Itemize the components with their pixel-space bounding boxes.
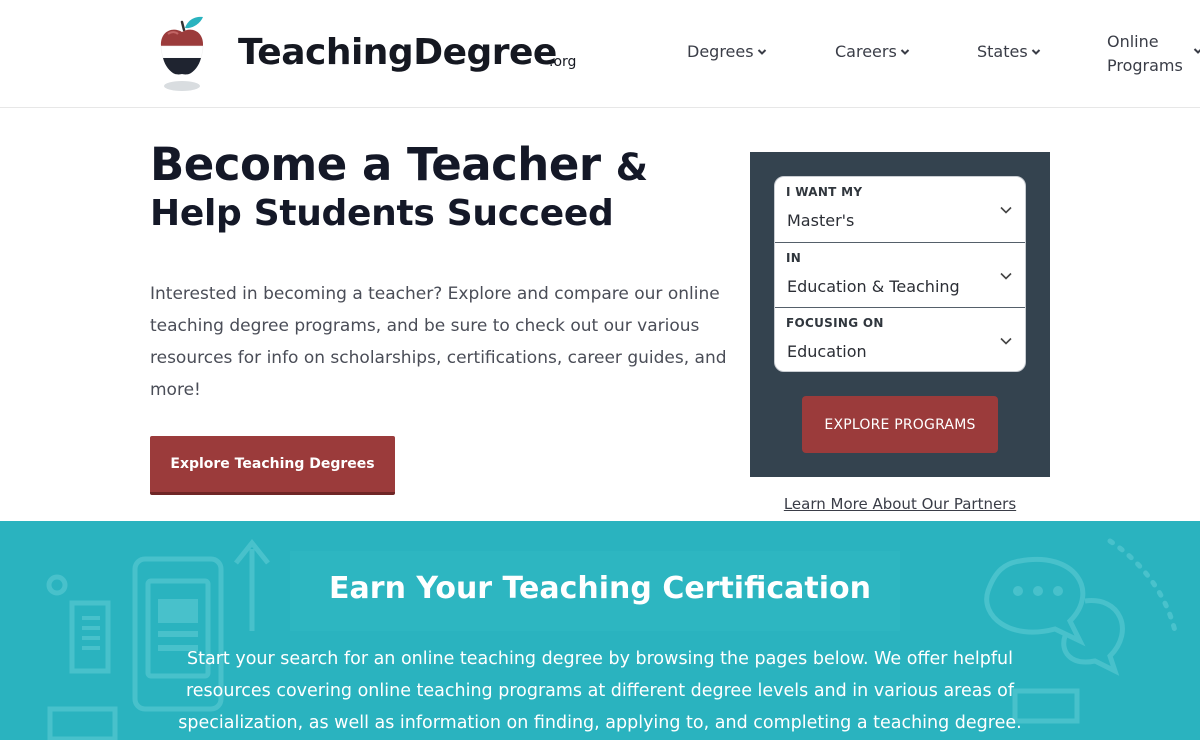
certification-section: Earn Your Teaching Certification Start y… — [0, 521, 1200, 740]
subject-value: Education & Teaching — [787, 277, 960, 296]
chevron-down-icon — [757, 48, 766, 55]
subject-label: IN — [786, 251, 802, 265]
degree-level-select[interactable]: I WANT MY Master's — [775, 177, 1025, 242]
hero-description: Interested in becoming a teacher? Explor… — [150, 284, 727, 400]
degree-level-value: Master's — [787, 211, 855, 230]
apple-icon[interactable] — [158, 14, 208, 92]
chevron-down-icon — [1000, 272, 1012, 280]
chevron-down-icon — [1193, 48, 1200, 54]
site-header: TeachingDegree .org Degrees Careers Stat… — [0, 0, 1200, 108]
logo-tld[interactable]: .org — [549, 54, 576, 70]
hero-title-line1: Become a Teacher — [150, 138, 601, 191]
program-search-panel: I WANT MY Master's IN Education & Teachi… — [750, 152, 1050, 477]
subject-select[interactable]: IN Education & Teaching — [775, 242, 1025, 307]
chevron-down-icon — [1000, 206, 1012, 214]
search-field-group: I WANT MY Master's IN Education & Teachi… — [774, 176, 1026, 372]
nav-degrees-label: Degrees — [687, 42, 754, 61]
explore-programs-button[interactable]: EXPLORE PROGRAMS — [802, 396, 998, 453]
chevron-down-icon — [1031, 48, 1040, 55]
nav-careers[interactable]: Careers — [835, 42, 910, 61]
hero-title-amp: & — [615, 146, 648, 189]
chevron-down-icon — [900, 48, 910, 55]
explore-teaching-degrees-button[interactable]: Explore Teaching Degrees — [150, 436, 395, 495]
nav-online-programs-label: Online Programs — [1107, 32, 1183, 75]
focus-select[interactable]: FOCUSING ON Education — [775, 307, 1025, 371]
certification-title: Earn Your Teaching Certification — [329, 571, 871, 606]
hero-title: Become a Teacher & — [150, 138, 648, 191]
nav-online-programs[interactable]: Online Programs — [1107, 30, 1200, 78]
logo-text[interactable]: TeachingDegree — [238, 32, 557, 73]
chevron-down-icon — [1000, 337, 1012, 345]
nav-degrees[interactable]: Degrees — [687, 42, 767, 61]
focus-value: Education — [787, 342, 867, 361]
partners-link[interactable]: Learn More About Our Partners — [750, 495, 1050, 513]
nav-careers-label: Careers — [835, 42, 897, 61]
focus-label: FOCUSING ON — [786, 316, 884, 330]
nav-states[interactable]: States — [977, 42, 1041, 61]
hero-subtitle: Help Students Succeed — [150, 193, 614, 234]
certification-description: Start your search for an online teaching… — [178, 649, 1022, 733]
degree-level-label: I WANT MY — [786, 185, 863, 199]
nav-states-label: States — [977, 42, 1028, 61]
